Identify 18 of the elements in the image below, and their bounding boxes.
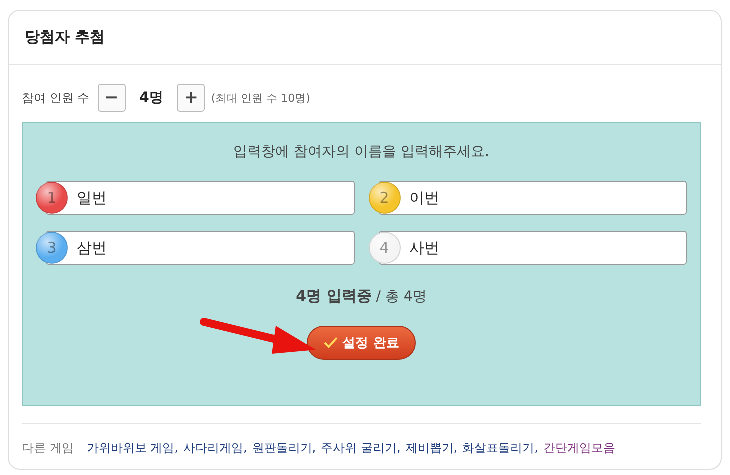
- decrease-button[interactable]: −: [98, 84, 126, 112]
- game-link[interactable]: 화살표돌리기,: [462, 440, 538, 457]
- footer-label: 다른 게임: [22, 440, 74, 457]
- counter-label: 참여 인원 수: [22, 90, 90, 106]
- instruction-text: 입력창에 참여자의 이름을 입력해주세요.: [232, 143, 490, 161]
- game-link[interactable]: 원판돌리기,: [252, 440, 316, 457]
- game-link[interactable]: 간단게임모음: [543, 440, 616, 457]
- game-link[interactable]: 제비뽑기,: [406, 440, 458, 457]
- confirm-button[interactable]: 설정 완료: [306, 326, 416, 360]
- game-link[interactable]: 가위바위보 게임,: [86, 440, 178, 457]
- entry-status: 4명 입력중 / 총 4명: [295, 287, 428, 306]
- count-value: 4명: [140, 89, 164, 107]
- max-note: (최대 인원 수 10명): [211, 90, 310, 106]
- game-link[interactable]: 주사위 굴리기,: [321, 440, 401, 457]
- check-icon: [324, 337, 338, 349]
- increase-button[interactable]: +: [177, 84, 206, 112]
- game-link[interactable]: 사다리게임,: [183, 440, 248, 457]
- section-title: 당첨자 추첨: [25, 28, 106, 47]
